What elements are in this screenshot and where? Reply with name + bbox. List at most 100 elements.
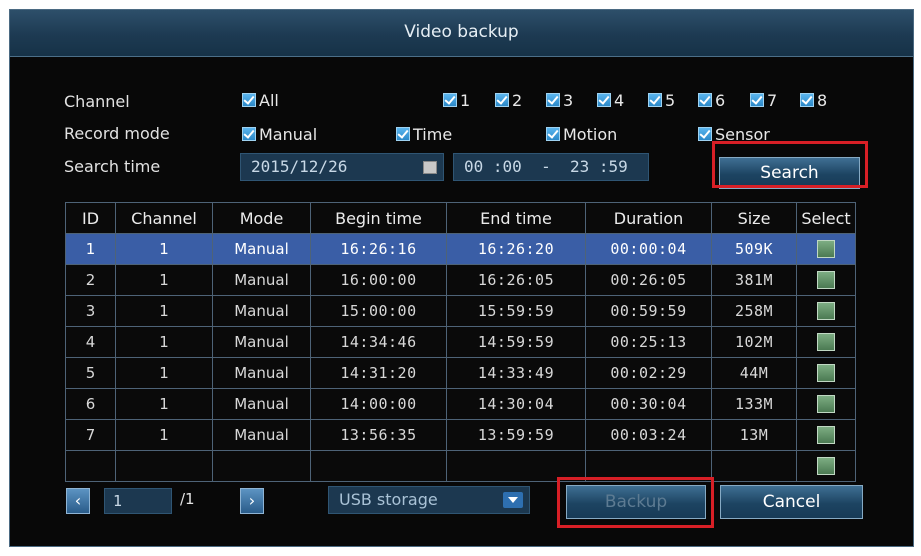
cell-channel (115, 450, 213, 482)
cancel-button[interactable]: Cancel (720, 485, 863, 519)
col-mode: Mode (212, 202, 311, 234)
mode-manual-label: Manual (259, 124, 318, 144)
table-header-row: ID Channel Mode Begin time End time Dura… (65, 202, 856, 234)
channel-1-checkbox[interactable]: 1 (443, 90, 470, 110)
cell-size (711, 450, 797, 482)
select-checkbox[interactable] (817, 333, 835, 352)
channel-all-checkbox[interactable]: All (242, 90, 279, 110)
results-table: ID Channel Mode Begin time End time Dura… (65, 202, 856, 482)
cell-duration: 00:03:24 (585, 419, 712, 451)
table-row[interactable]: 3 1 Manual 15:00:00 15:59:59 00:59:59 258M (65, 295, 856, 327)
channel-3-checkbox[interactable]: 3 (546, 90, 573, 110)
table-row[interactable]: 5 1 Manual 14:31:20 14:33:49 00:02:29 44M (65, 357, 856, 389)
col-end-time: End time (446, 202, 586, 234)
cell-size: 509K (711, 233, 797, 265)
cell-id: 4 (65, 326, 116, 358)
channel-2-checkbox[interactable]: 2 (495, 90, 522, 110)
select-checkbox[interactable] (817, 240, 835, 259)
title-bar: Video backup (10, 10, 913, 57)
channel-4-checkbox[interactable]: 4 (597, 90, 624, 110)
table-row[interactable] (65, 450, 856, 482)
cell-mode (212, 450, 311, 482)
table-row[interactable]: 2 1 Manual 16:00:00 16:26:05 00:26:05 381M (65, 264, 856, 296)
channel-8-checkbox[interactable]: 8 (800, 90, 827, 110)
page-input[interactable]: 1 (104, 488, 172, 514)
select-checkbox[interactable] (817, 271, 835, 290)
search-button[interactable]: Search (719, 157, 860, 189)
time-range-field[interactable]: 00 :00 - 23 :59 (453, 153, 649, 181)
cell-channel: 1 (115, 388, 213, 420)
cell-select (796, 419, 856, 451)
prev-page-button[interactable]: ‹ (66, 488, 90, 514)
next-page-button[interactable]: › (240, 488, 264, 514)
cell-id: 6 (65, 388, 116, 420)
table-row[interactable]: 7 1 Manual 13:56:35 13:59:59 00:03:24 13M (65, 419, 856, 451)
cell-mode: Manual (212, 419, 311, 451)
table-row[interactable]: 4 1 Manual 14:34:46 14:59:59 00:25:13 102M (65, 326, 856, 358)
checkbox-checked-icon (800, 93, 814, 107)
checkbox-checked-icon (495, 93, 509, 107)
cell-end: 16:26:20 (446, 233, 586, 265)
select-checkbox[interactable] (817, 302, 835, 321)
checkbox-checked-icon (242, 127, 256, 141)
cell-size: 102M (711, 326, 797, 358)
channel-5-checkbox[interactable]: 5 (648, 90, 675, 110)
channel-7-checkbox[interactable]: 7 (750, 90, 777, 110)
chevron-down-icon (503, 492, 523, 508)
select-checkbox[interactable] (817, 426, 835, 445)
mode-manual-checkbox[interactable]: Manual (242, 124, 317, 144)
checkbox-checked-icon (546, 93, 560, 107)
table-row[interactable]: 1 1 Manual 16:26:16 16:26:20 00:00:04 509K (65, 233, 856, 265)
select-checkbox[interactable] (817, 395, 835, 414)
mode-sensor-checkbox[interactable]: Sensor (698, 124, 770, 144)
table-row[interactable]: 6 1 Manual 14:00:00 14:30:04 00:30:04 133M (65, 388, 856, 420)
cell-duration: 00:00:04 (585, 233, 712, 265)
storage-select[interactable]: USB storage (328, 486, 530, 514)
cell-channel: 1 (115, 264, 213, 296)
date-field[interactable]: 2015/12/26 (240, 153, 444, 181)
checkbox-checked-icon (597, 93, 611, 107)
cell-duration: 00:59:59 (585, 295, 712, 327)
cell-channel: 1 (115, 357, 213, 389)
cell-mode: Manual (212, 264, 311, 296)
page-current: 1 (113, 492, 123, 510)
mode-time-checkbox[interactable]: Time (396, 124, 452, 144)
cell-duration: 00:30:04 (585, 388, 712, 420)
cell-channel: 1 (115, 233, 213, 265)
cell-duration: 00:26:05 (585, 264, 712, 296)
cell-duration (585, 450, 712, 482)
checkbox-checked-icon (698, 93, 712, 107)
cell-id: 7 (65, 419, 116, 451)
backup-button[interactable]: Backup (566, 485, 706, 519)
cell-begin (310, 450, 447, 482)
channel-3-label: 3 (563, 90, 574, 110)
mode-motion-checkbox[interactable]: Motion (546, 124, 617, 144)
video-backup-dialog: Video backup Channel All 12345678 Record… (9, 9, 914, 547)
col-select: Select (796, 202, 856, 234)
cell-begin: 14:34:46 (310, 326, 447, 358)
cell-select (796, 264, 856, 296)
cell-begin: 16:00:00 (310, 264, 447, 296)
select-checkbox[interactable] (817, 457, 835, 476)
cell-select (796, 388, 856, 420)
checkbox-checked-icon (698, 127, 712, 141)
cell-id: 1 (65, 233, 116, 265)
checkbox-checked-icon (546, 127, 560, 141)
cell-duration: 00:02:29 (585, 357, 712, 389)
mode-sensor-label: Sensor (715, 124, 770, 144)
cell-id (65, 450, 116, 482)
cell-begin: 14:00:00 (310, 388, 447, 420)
mode-motion-label: Motion (563, 124, 618, 144)
cell-channel: 1 (115, 419, 213, 451)
cell-mode: Manual (212, 295, 311, 327)
select-checkbox[interactable] (817, 364, 835, 383)
storage-value: USB storage (339, 490, 438, 509)
col-channel: Channel (115, 202, 213, 234)
cell-id: 5 (65, 357, 116, 389)
cell-begin: 14:31:20 (310, 357, 447, 389)
channel-6-checkbox[interactable]: 6 (698, 90, 725, 110)
col-id: ID (65, 202, 116, 234)
cell-mode: Manual (212, 326, 311, 358)
chevron-right-icon: › (248, 491, 256, 510)
calendar-icon[interactable] (423, 161, 437, 174)
